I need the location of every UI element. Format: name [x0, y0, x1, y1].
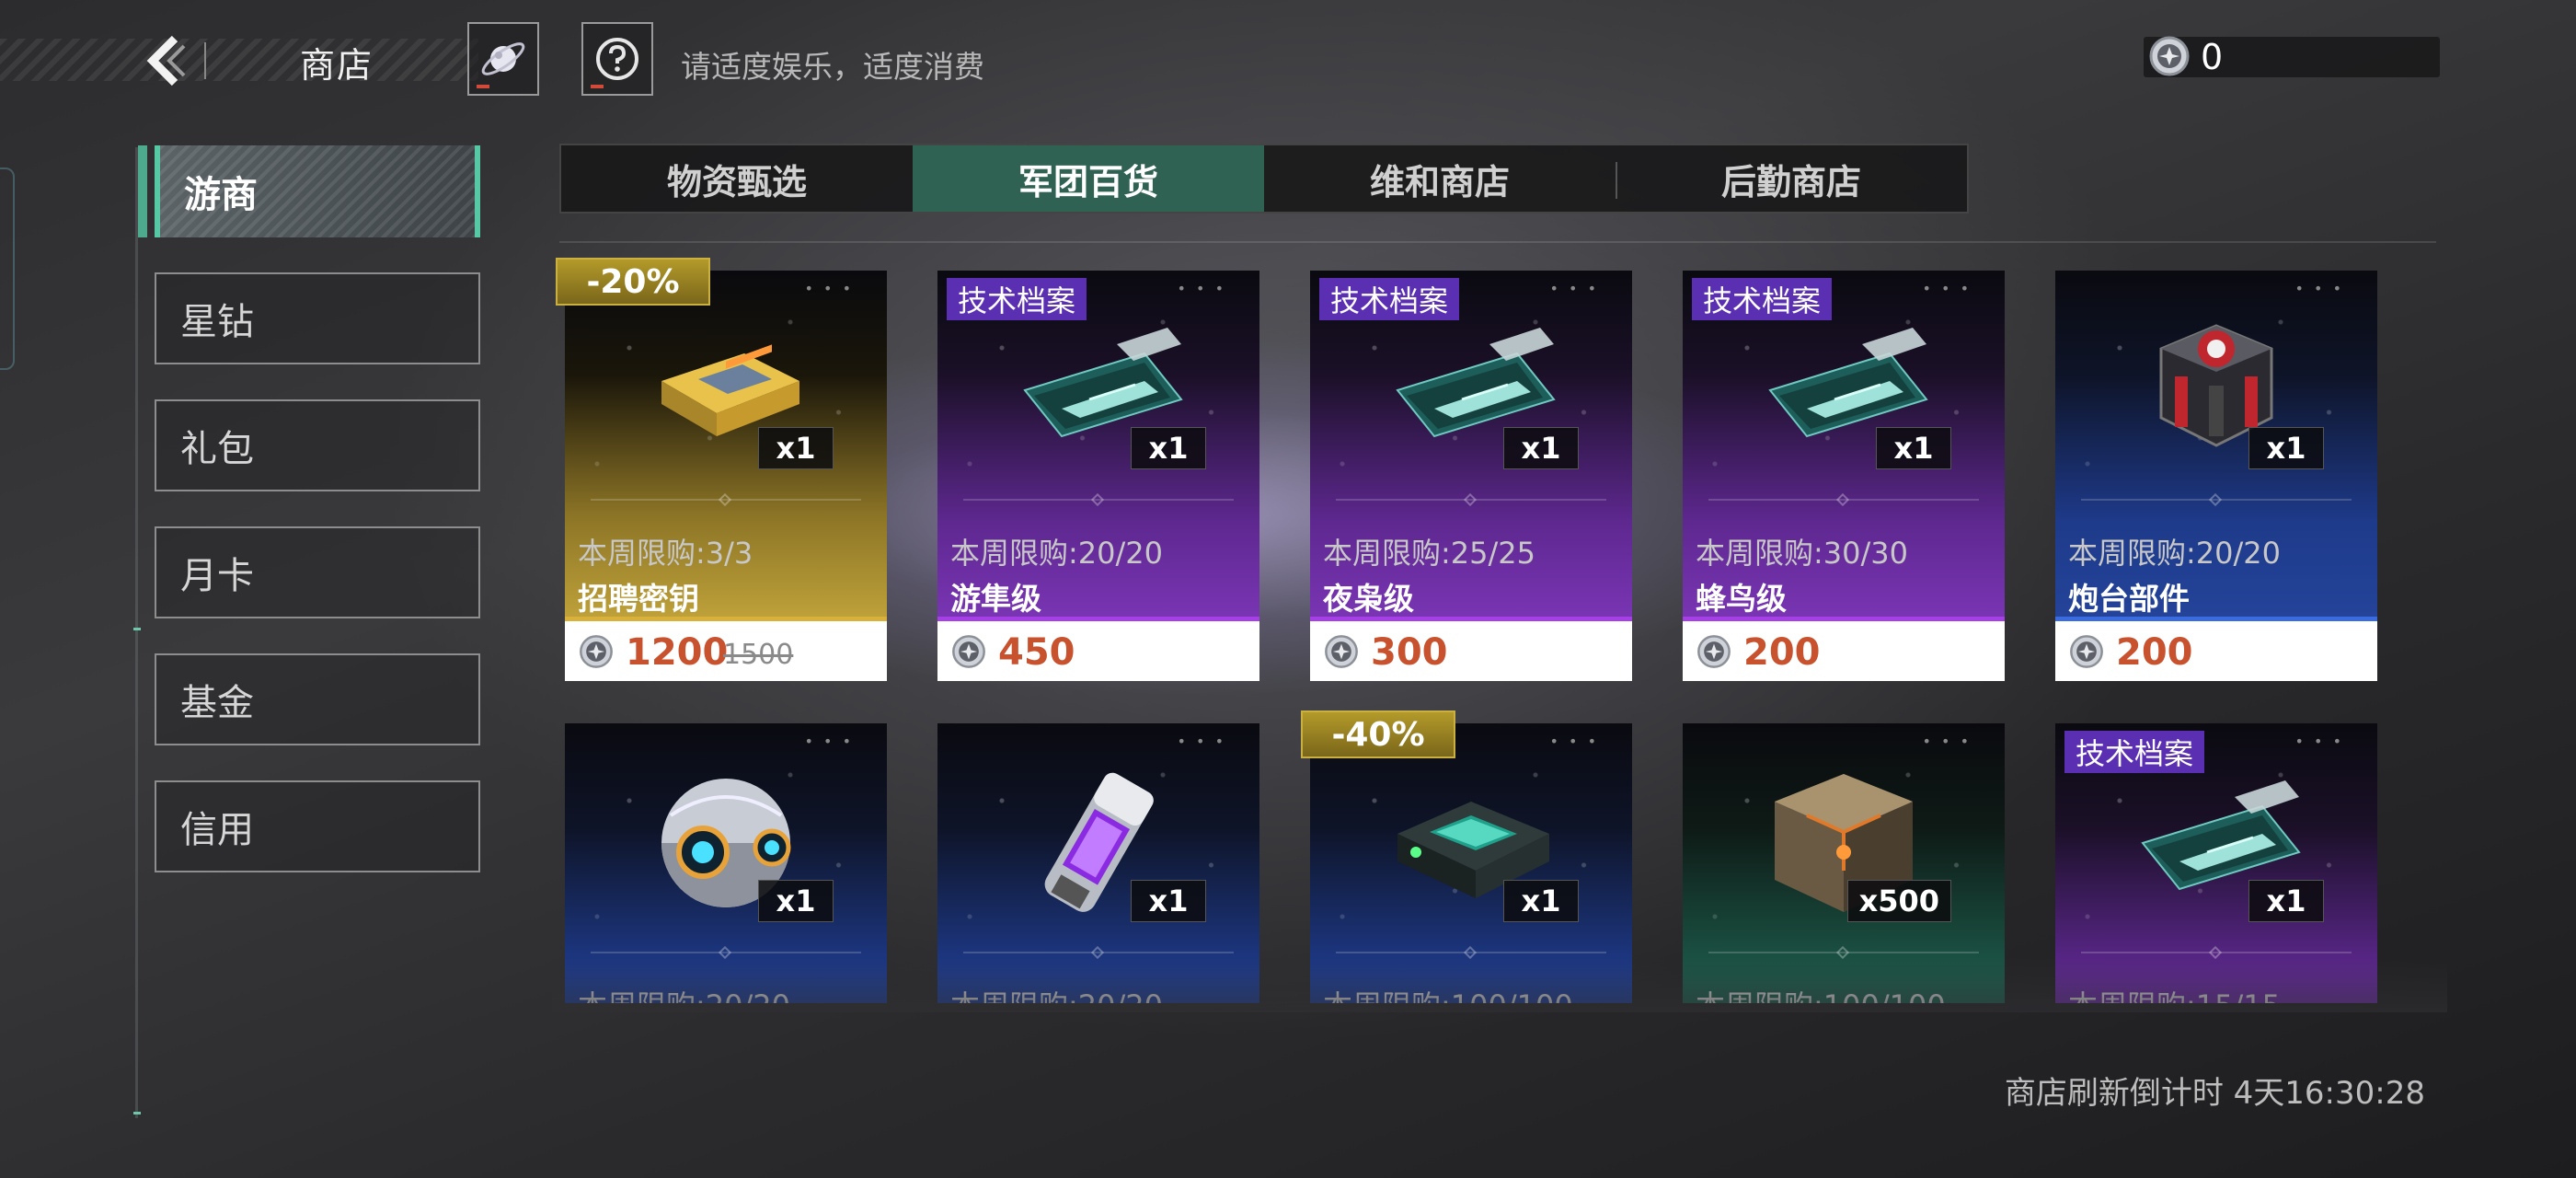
discount-badge: -40% [1301, 710, 1455, 758]
item-price: 450 [998, 631, 1075, 674]
weekly-limit: 本周限购:20/20 [2068, 536, 2282, 571]
top-bar: 商店 请适度娱乐，适度消费 0 [0, 0, 2576, 120]
tech-file-tag: 技术档案 [1692, 278, 1833, 320]
item-quantity: x500 [1846, 880, 1951, 922]
shop-item-card[interactable]: • • • x1 本周限购:20/20 游隼级 450 技术档案 [937, 271, 1259, 681]
item-quantity: x1 [1503, 427, 1579, 469]
sidebar-item-credit[interactable]: 信用 [155, 780, 480, 872]
moderation-notice: 请适度娱乐，适度消费 [681, 49, 984, 85]
item-quantity: x1 [758, 880, 834, 922]
corner-dots-decoration: • • • [804, 280, 854, 297]
weekly-limit: 本周限购:20/20 [950, 536, 1164, 571]
rail-tick [133, 1112, 141, 1114]
item-price: 300 [1371, 631, 1448, 674]
corner-dots-decoration: • • • [1922, 733, 1972, 750]
item-quantity: x1 [1503, 880, 1579, 922]
planet-icon [481, 42, 525, 75]
header-divider [204, 42, 206, 79]
shop-item-card[interactable]: • • • x1 本周限购:20/20 炮台部件 200 [2055, 271, 2377, 681]
item-name: 游隼级 [950, 581, 1041, 617]
back-arrow-icon [146, 35, 186, 87]
shop-tabs: 物资甄选 军团百货 维和商店 后勤商店 [559, 144, 1969, 214]
tab-supply-selection[interactable]: 物资甄选 [561, 145, 913, 212]
sidebar-item-monthly-card[interactable]: 月卡 [155, 526, 480, 618]
sidebar-item-gift-pack[interactable]: 礼包 [155, 399, 480, 491]
credit-coin-icon [952, 635, 985, 668]
rail-tick [133, 628, 141, 630]
sidebar-rail [135, 147, 138, 1118]
corner-dots-decoration: • • • [804, 733, 854, 750]
refresh-countdown: 商店刷新倒计时 4天16:30:28 [2004, 1075, 2425, 1112]
credit-coin-icon [1325, 635, 1358, 668]
tabs-divider [559, 241, 2436, 243]
corner-dots-decoration: • • • [1549, 733, 1599, 750]
weekly-limit: 本周限购:25/25 [1323, 536, 1536, 571]
item-name: 炮台部件 [2068, 581, 2190, 617]
help-button[interactable] [581, 22, 653, 96]
question-mark-icon [596, 38, 638, 80]
edge-bracket-decoration [0, 167, 15, 370]
sidebar-item-label: 星钻 [180, 301, 254, 343]
item-quantity: x1 [2248, 880, 2324, 922]
sidebar-item-label: 基金 [180, 682, 254, 724]
shop-item-card[interactable]: • • • x1 本周限购:25/25 夜枭级 300 技术档案 [1310, 271, 1632, 681]
shop-item-card[interactable]: • • • x1 本周限购:30/30 蜂鸟级 200 技术档案 [1683, 271, 2005, 681]
sidebar-item-star-diamond[interactable]: 星钻 [155, 272, 480, 364]
weekly-limit: 本周限购:3/3 [578, 536, 753, 571]
corner-dots-decoration: • • • [2294, 280, 2344, 297]
discount-badge: -20% [556, 258, 710, 306]
item-quantity: x1 [2248, 427, 2324, 469]
header-stripe-decoration [0, 39, 478, 81]
item-price: 200 [1743, 631, 1821, 674]
corner-dots-decoration: • • • [1177, 280, 1226, 297]
sidebar-item-label: 游商 [184, 174, 258, 216]
credit-coin-icon [2149, 36, 2190, 76]
item-quantity: x1 [1131, 880, 1206, 922]
item-quantity: x1 [1131, 427, 1206, 469]
credit-coin-icon [580, 635, 613, 668]
item-quantity: x1 [1876, 427, 1951, 469]
page-title: 商店 [300, 45, 374, 86]
item-name: 夜枭级 [1323, 581, 1414, 617]
item-grid: • • • x1 本周限购:3/3 招聘密钥 1200 1500 -20% • • • x1 本周… [552, 258, 2447, 1003]
sidebar-item-label: 礼包 [180, 428, 254, 470]
corner-dots-decoration: • • • [1549, 280, 1599, 297]
weekly-limit: 本周限购:30/30 [1696, 536, 1909, 571]
tech-file-tag: 技术档案 [947, 278, 1087, 320]
item-name: 蜂鸟级 [1696, 581, 1787, 617]
tech-file-tag: 技术档案 [1319, 278, 1460, 320]
original-price: 1500 [723, 639, 794, 671]
item-price: 200 [2116, 631, 2193, 674]
shop-item-card[interactable]: • • • x1 本周限购:3/3 招聘密钥 1200 1500 [565, 271, 887, 681]
tab-peacekeeping-shop[interactable]: 维和商店 [1264, 145, 1616, 212]
corner-dots-decoration: • • • [1177, 733, 1226, 750]
corner-dots-decoration: • • • [1922, 280, 1972, 297]
grid-fade [552, 957, 2447, 1012]
item-quantity: x1 [758, 427, 834, 469]
currency-amount: 0 [2201, 37, 2224, 77]
corner-dots-decoration: • • • [2294, 733, 2344, 750]
sidebar-item-merchant[interactable]: 游商 [138, 145, 480, 237]
tab-legion-store[interactable]: 军团百货 [913, 145, 1264, 212]
planet-shop-button[interactable] [467, 22, 539, 96]
back-button[interactable] [138, 31, 193, 90]
sidebar-item-label: 信用 [180, 809, 254, 851]
item-price: 1200 [626, 631, 729, 674]
sidebar-item-label: 月卡 [180, 555, 254, 597]
tech-file-tag: 技术档案 [2064, 731, 2205, 773]
item-name: 招聘密钥 [578, 581, 699, 617]
credit-coin-icon [2070, 635, 2103, 668]
sidebar-item-fund[interactable]: 基金 [155, 653, 480, 745]
credit-coin-icon [1697, 635, 1731, 668]
tab-logistics-shop[interactable]: 后勤商店 [1616, 145, 1967, 212]
